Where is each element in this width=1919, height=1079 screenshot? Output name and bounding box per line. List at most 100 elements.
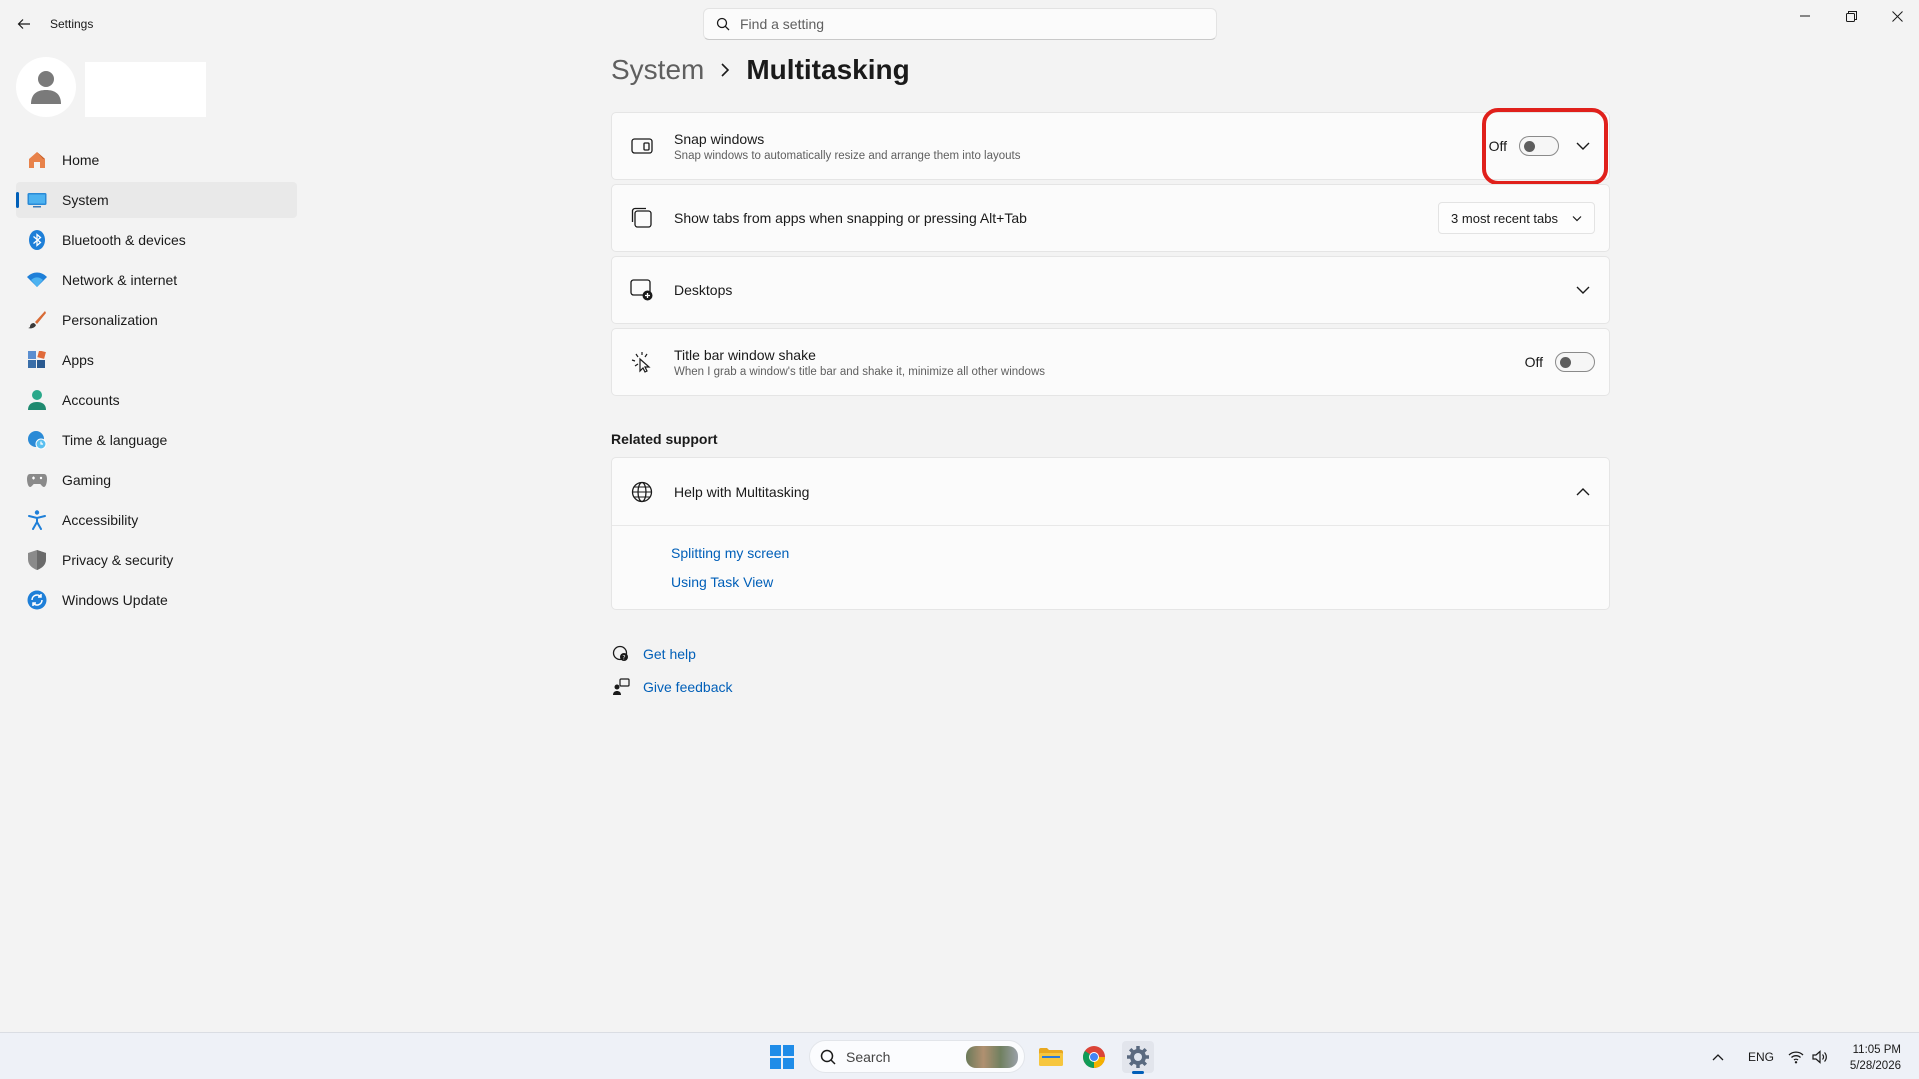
globe-icon <box>630 480 654 504</box>
language-indicator[interactable]: ENG <box>1748 1033 1774 1079</box>
sidebar-item-label: Time & language <box>62 432 168 448</box>
svg-text:?: ? <box>622 655 625 662</box>
breadcrumb: System Multitasking <box>611 54 910 86</box>
taskbar-search-label: Search <box>846 1048 891 1065</box>
shield-icon <box>26 549 48 571</box>
sidebar-item-home[interactable]: Home <box>16 142 297 178</box>
clock-date: 5/28/2026 <box>1849 1060 1901 1072</box>
settings-app-button[interactable] <box>1122 1041 1154 1074</box>
title-bar: Settings <box>0 0 1919 48</box>
chrome-button[interactable] <box>1078 1041 1110 1073</box>
show-tabs-selected: 3 most recent tabs <box>1451 210 1558 226</box>
sidebar-item-gaming[interactable]: Gaming <box>16 462 297 498</box>
title-bar-shake-title: Title bar window shake <box>674 346 816 363</box>
feedback-icon <box>611 677 631 697</box>
file-explorer-button[interactable] <box>1035 1041 1067 1073</box>
accounts-icon <box>26 389 48 411</box>
apps-icon <box>26 349 48 371</box>
gamepad-icon <box>26 469 48 491</box>
sidebar-item-windows-update[interactable]: Windows Update <box>16 582 297 618</box>
chevron-right-icon <box>720 63 730 77</box>
help-header[interactable]: Help with Multitasking <box>612 458 1609 526</box>
sidebar-item-system[interactable]: System <box>16 182 297 218</box>
clock-time: 11:05 PM <box>1852 1044 1901 1056</box>
help-chat-icon: ? <box>611 644 631 664</box>
taskbar: Search ENG 11:05 PM 5/28/2026 <box>0 1032 1919 1079</box>
close-button[interactable] <box>1874 0 1919 32</box>
window-title: Settings <box>50 17 94 31</box>
sidebar-item-label: Accounts <box>62 392 120 408</box>
clock[interactable]: 11:05 PM 5/28/2026 <box>1850 1042 1901 1074</box>
title-bar-shake-toggle[interactable] <box>1555 352 1595 372</box>
brush-icon <box>26 309 48 331</box>
show-tabs-title: Show tabs from apps when snapping or pre… <box>674 210 1027 226</box>
help-link-splitting[interactable]: Splitting my screen <box>671 545 1609 561</box>
desktops-card[interactable]: Desktops <box>611 256 1610 324</box>
desktops-icon <box>630 278 654 302</box>
sidebar-item-time-language[interactable]: Time & language <box>16 422 297 458</box>
search-input[interactable] <box>740 16 1180 32</box>
help-title: Help with Multitasking <box>674 483 810 500</box>
snap-windows-card[interactable]: Snap windows Snap windows to automatical… <box>611 112 1610 180</box>
avatar[interactable] <box>16 57 76 117</box>
related-support-heading: Related support <box>611 431 718 447</box>
show-hidden-icons-button[interactable] <box>1712 1033 1724 1079</box>
title-bar-shake-card: Title bar window shake When I grab a win… <box>611 328 1610 396</box>
update-icon <box>26 589 48 611</box>
title-bar-shake-state: Off <box>1524 354 1543 370</box>
volume-icon <box>1812 1049 1827 1064</box>
restore-button[interactable] <box>1828 0 1874 32</box>
sidebar-item-accounts[interactable]: Accounts <box>16 382 297 418</box>
give-feedback-label: Give feedback <box>643 679 733 695</box>
sidebar-item-label: Bluetooth & devices <box>62 232 186 248</box>
give-feedback-link[interactable]: Give feedback <box>611 677 733 697</box>
user-icon <box>31 71 61 104</box>
gear-icon <box>1127 1046 1149 1068</box>
help-links: Splitting my screen Using Task View <box>612 526 1609 590</box>
home-icon <box>26 149 48 171</box>
taskbar-search[interactable]: Search <box>809 1040 1025 1073</box>
desktops-title: Desktops <box>674 282 733 298</box>
sidebar-item-apps[interactable]: Apps <box>16 342 297 378</box>
accessibility-icon <box>26 509 48 531</box>
help-link-task-view[interactable]: Using Task View <box>671 574 1609 590</box>
sidebar-item-label: Personalization <box>62 312 158 328</box>
minimize-button[interactable] <box>1782 0 1828 32</box>
chevron-up-icon[interactable] <box>1571 480 1595 504</box>
tabs-icon <box>630 206 654 230</box>
user-name-redacted <box>85 62 206 117</box>
sidebar-nav: Home System Bluetooth & devices Network … <box>16 142 297 622</box>
sidebar-item-bluetooth[interactable]: Bluetooth & devices <box>16 222 297 258</box>
show-tabs-dropdown[interactable]: 3 most recent tabs <box>1438 202 1595 234</box>
snap-windows-title: Snap windows <box>674 130 765 147</box>
windows-logo-icon <box>770 1045 794 1069</box>
chevron-up-icon <box>1712 1053 1724 1060</box>
sidebar-item-label: Network & internet <box>62 272 178 288</box>
sidebar-item-label: Apps <box>62 352 94 368</box>
sidebar-item-network[interactable]: Network & internet <box>16 262 297 298</box>
sidebar-item-label: Accessibility <box>62 512 139 528</box>
minimize-icon <box>1800 15 1810 17</box>
sidebar-item-label: System <box>62 192 109 208</box>
sidebar-item-personalization[interactable]: Personalization <box>16 302 297 338</box>
search-icon <box>716 17 730 31</box>
start-button[interactable] <box>770 1045 794 1069</box>
search-icon <box>820 1049 836 1065</box>
close-icon <box>1891 10 1903 22</box>
sidebar-item-privacy-security[interactable]: Privacy & security <box>16 542 297 578</box>
search-highlight-image <box>966 1046 1018 1068</box>
back-button[interactable] <box>10 10 38 38</box>
globe-clock-icon <box>26 429 48 451</box>
system-icon <box>26 189 48 211</box>
network-volume-tray[interactable] <box>1788 1033 1828 1079</box>
settings-search[interactable] <box>703 8 1217 40</box>
chrome-icon <box>1083 1046 1105 1068</box>
breadcrumb-parent[interactable]: System <box>611 54 704 86</box>
chevron-down-icon[interactable] <box>1571 278 1595 302</box>
highlight-annotation <box>1482 108 1608 185</box>
get-help-link[interactable]: ? Get help <box>611 644 696 664</box>
show-tabs-card: Show tabs from apps when snapping or pre… <box>611 184 1610 252</box>
snap-windows-icon <box>630 134 654 158</box>
sidebar-item-accessibility[interactable]: Accessibility <box>16 502 297 538</box>
wifi-icon <box>1788 1050 1804 1063</box>
